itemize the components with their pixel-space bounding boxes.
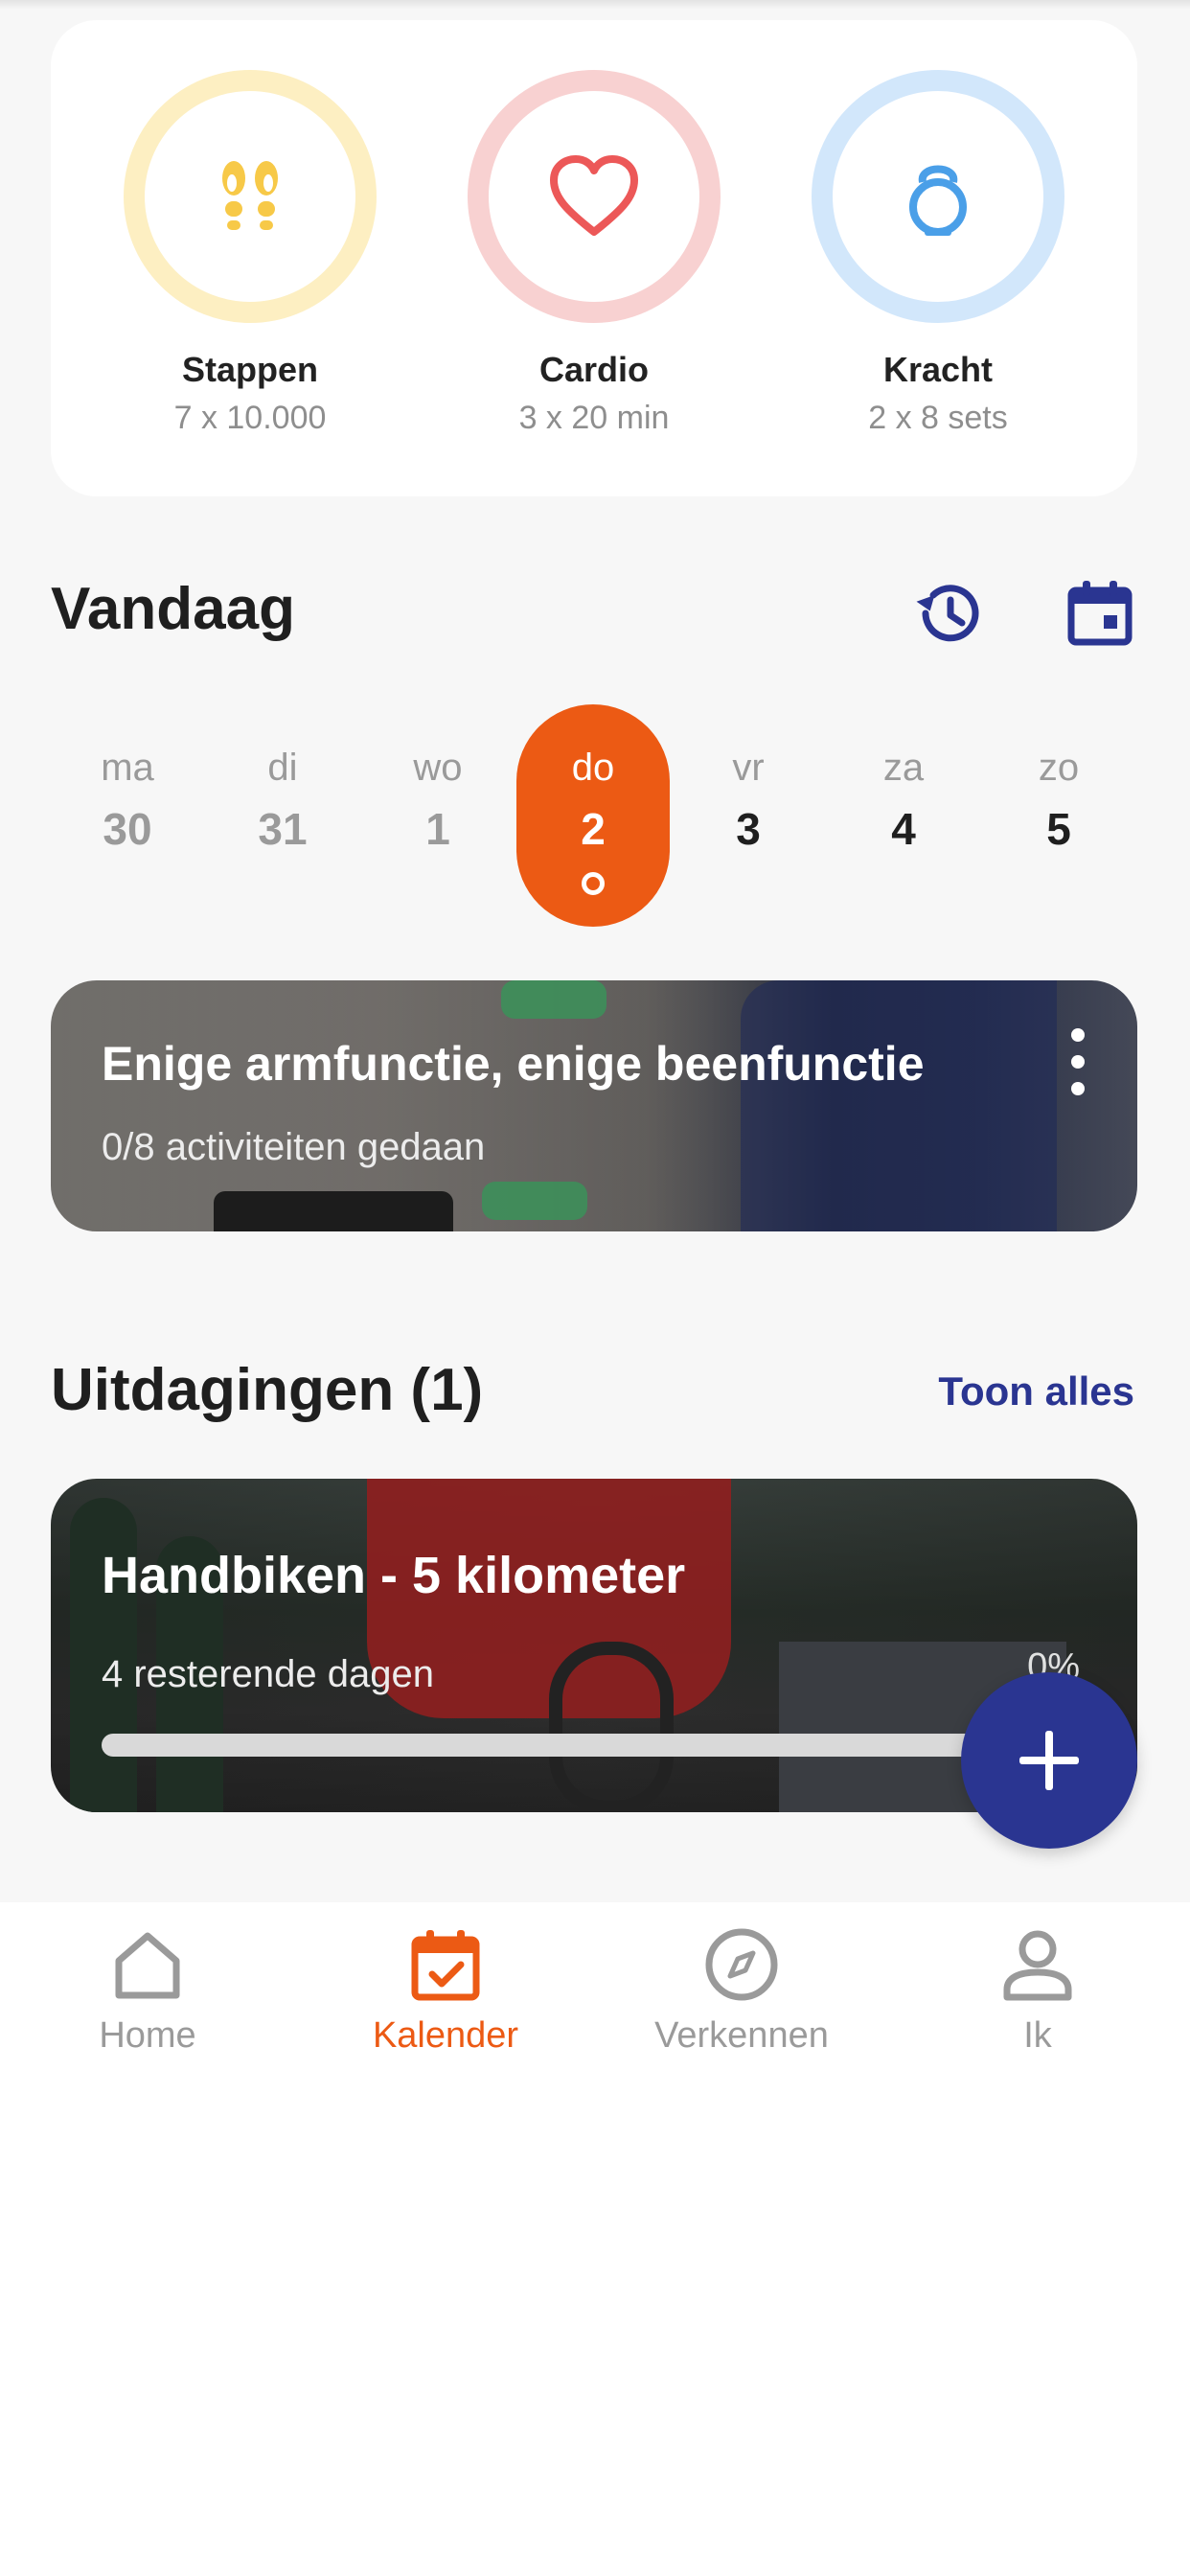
goal-title: Cardio: [538, 350, 649, 389]
nav-label: Home: [99, 2015, 196, 2056]
day-sun[interactable]: zo 5: [982, 704, 1135, 927]
day-number: 1: [425, 804, 450, 854]
calendar-icon: [1067, 581, 1133, 646]
goal-ring: [124, 70, 377, 323]
today-title: Vandaag: [51, 576, 295, 642]
history-button[interactable]: [908, 573, 989, 654]
goal-cardio[interactable]: Cardio 3 x 20 min: [450, 70, 738, 437]
kebab-dot: [1071, 1028, 1085, 1042]
nav-home[interactable]: Home: [4, 1902, 291, 2057]
photo-decoration: [549, 1642, 674, 1812]
challenges-title: Uitdagingen (1): [51, 1357, 484, 1423]
nav-label: Verkennen: [654, 2015, 829, 2056]
goal-strength[interactable]: Kracht 2 x 8 sets: [794, 70, 1082, 437]
nav-explore[interactable]: Verkennen: [598, 1902, 885, 2057]
nav-label: Kalender: [372, 2015, 519, 2056]
day-name: do: [571, 747, 615, 789]
heart-icon: [550, 155, 638, 236]
day-number: 4: [891, 804, 916, 854]
goal-steps[interactable]: Stappen 7 x 10.000: [106, 70, 394, 437]
kettlebell-icon: [909, 165, 967, 236]
day-name: wo: [413, 747, 463, 789]
day-mon[interactable]: ma 30: [51, 704, 204, 927]
plus-icon: [1019, 1731, 1079, 1790]
photo-decoration: [482, 1182, 587, 1220]
show-all-link[interactable]: Toon alles: [938, 1368, 1134, 1414]
photo-decoration: [214, 1191, 453, 1231]
goal-title: Kracht: [882, 350, 994, 389]
top-shadow: [0, 0, 1190, 10]
day-number: 3: [736, 804, 761, 854]
photo-decoration: [501, 980, 606, 1019]
compass-icon: [705, 1928, 778, 2001]
day-number: 30: [103, 804, 152, 854]
goal-subtitle: 3 x 20 min: [518, 400, 670, 436]
goal-title: Stappen: [181, 350, 318, 389]
weekly-goals-card: Stappen 7 x 10.000 Cardio 3 x 20 min Kra…: [51, 20, 1137, 496]
day-name: za: [882, 747, 925, 789]
day-name: vr: [732, 747, 765, 789]
challenge-remaining: 4 resterende dagen: [102, 1653, 434, 1695]
footsteps-icon: [222, 161, 278, 230]
challenge-title: Handbiken - 5 kilometer: [102, 1547, 686, 1604]
kebab-dot: [1071, 1055, 1085, 1069]
calendar-button[interactable]: [1060, 573, 1140, 654]
goal-subtitle: 2 x 8 sets: [868, 400, 1008, 436]
day-name: ma: [101, 747, 154, 789]
day-tue[interactable]: di 31: [206, 704, 359, 927]
history-icon: [916, 585, 979, 642]
activity-card[interactable]: Enige armfunctie, enige beenfunctie 0/8 …: [51, 980, 1137, 1231]
day-wed[interactable]: wo 1: [361, 704, 515, 927]
goal-subtitle: 7 x 10.000: [173, 400, 327, 436]
photo-decoration: [741, 980, 1057, 1231]
user-icon: [1003, 1930, 1072, 2001]
bottom-navigation: Home Kalender Verkennen Ik: [0, 1902, 1190, 2065]
day-sat[interactable]: za 4: [827, 704, 980, 927]
add-button[interactable]: [961, 1672, 1137, 1849]
day-number: 2: [581, 804, 606, 854]
day-name: di: [267, 747, 298, 789]
day-fri[interactable]: vr 3: [672, 704, 825, 927]
day-name: zo: [1038, 747, 1080, 789]
goal-ring: [468, 70, 721, 323]
challenge-progress-bar: [102, 1734, 1060, 1757]
day-thu-selected[interactable]: do 2: [516, 704, 670, 927]
calendar-check-icon: [411, 1930, 480, 2001]
nav-label: Ik: [1023, 2015, 1052, 2056]
nav-calendar[interactable]: Kalender: [302, 1902, 589, 2057]
day-number: 31: [258, 804, 308, 854]
activity-progress-text: 0/8 activiteiten gedaan: [102, 1126, 486, 1168]
more-options-button[interactable]: [1068, 1028, 1087, 1095]
kebab-dot: [1071, 1082, 1085, 1095]
home-icon: [115, 1932, 180, 1999]
day-number: 5: [1046, 804, 1071, 854]
activity-dot: [582, 872, 605, 895]
goal-ring: [812, 70, 1064, 323]
activity-title: Enige armfunctie, enige beenfunctie: [102, 1037, 925, 1091]
nav-profile[interactable]: Ik: [894, 1902, 1181, 2057]
